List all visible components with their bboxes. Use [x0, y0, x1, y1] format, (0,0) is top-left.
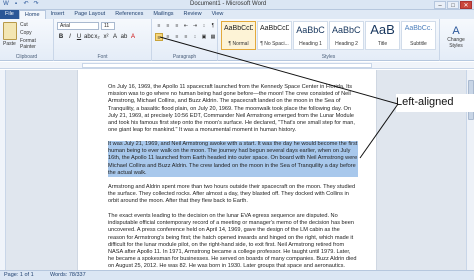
style-normal[interactable]: AaBbCcDc ¶ Normal	[221, 21, 256, 50]
ruler-track	[82, 63, 372, 68]
strikethrough-icon[interactable]: abc	[84, 33, 94, 41]
ribbon-tabs: File Home Insert Page Layout References …	[0, 10, 474, 19]
paragraph-3[interactable]: Armstrong and Aldrin spent more than two…	[108, 184, 358, 206]
font-color-icon[interactable]: A	[129, 33, 137, 41]
style-sample: AaB	[370, 22, 395, 37]
style-no-spacing[interactable]: AaBbCcDc ¶ No Spaci...	[257, 21, 292, 50]
style-sample: AaBbCc.	[404, 25, 433, 32]
style-label: ¶ No Spaci...	[260, 41, 289, 47]
style-label: Title	[377, 41, 388, 47]
tab-file[interactable]: File	[0, 10, 19, 19]
paragraph-2-selected[interactable]: It was July 21, 1969, and Neil Armstrong…	[108, 141, 358, 178]
font-name-dropdown[interactable]: Arial	[57, 22, 99, 30]
text-effects-icon[interactable]: A	[111, 33, 119, 41]
word-logo-icon[interactable]: W	[2, 1, 10, 8]
style-label: ¶ Normal	[228, 41, 249, 47]
justify-icon[interactable]: ≡	[182, 33, 190, 41]
cut-button[interactable]: Cut	[20, 22, 28, 28]
bold-icon[interactable]: B	[57, 33, 65, 41]
tab-review[interactable]: Review	[179, 10, 207, 19]
word-count[interactable]: Words: 78/337	[50, 272, 86, 278]
italic-icon[interactable]: I	[66, 33, 74, 41]
style-label: Heading 2	[335, 41, 358, 47]
paste-icon[interactable]	[3, 22, 17, 40]
callout-box: Left-aligned	[396, 94, 474, 112]
paragraph-buttons-row1: ≡ ≡ ≡ ⇤ ⇥ ↕ ¶	[155, 22, 217, 30]
styles-gallery: AaBbCcDc ¶ Normal AaBbCcDc ¶ No Spaci...…	[221, 21, 436, 50]
styles-group-label: Styles	[321, 54, 336, 60]
font-size-dropdown[interactable]: 11	[101, 22, 115, 30]
save-icon[interactable]: ▪	[12, 1, 20, 8]
callout-label: Left-aligned	[396, 96, 454, 108]
subscript-icon[interactable]: x₂	[93, 33, 101, 41]
decrease-indent-icon[interactable]: ⇤	[182, 22, 190, 30]
page-count[interactable]: Page: 1 of 1	[4, 272, 34, 278]
tab-home[interactable]: Home	[18, 10, 46, 19]
window-controls: – □ ✕	[434, 1, 472, 9]
bullets-icon[interactable]: ≡	[155, 22, 163, 30]
styles-group: AaBbCcDc ¶ Normal AaBbCcDc ¶ No Spaci...…	[218, 19, 440, 61]
align-right-icon[interactable]: ≡	[173, 33, 181, 41]
underline-icon[interactable]: U	[75, 33, 83, 41]
paragraph-group: ≡ ≡ ≡ ⇤ ⇥ ↕ ¶ ≡ ≡ ≡ ≡ ↕ ▣ ▦ Paragraph	[152, 19, 218, 61]
tab-view[interactable]: View	[207, 10, 229, 19]
multilevel-list-icon[interactable]: ≡	[173, 22, 181, 30]
line-spacing-icon[interactable]: ↕	[191, 33, 199, 41]
style-heading-2[interactable]: AaBbCc Heading 2	[329, 21, 364, 50]
change-styles-label: Change Styles	[447, 37, 465, 49]
change-styles-group: A Change Styles	[440, 19, 474, 61]
paragraph-4[interactable]: The exact events leading to the decision…	[108, 213, 358, 270]
clipboard-group-label: Clipboard	[15, 54, 38, 60]
status-bar: Page: 1 of 1 Words: 78/337	[0, 270, 474, 280]
window-title: Document1 - Microsoft Word	[190, 1, 267, 7]
font-group: Arial 11 B I U abc x₂ x² A ab A Font	[54, 19, 152, 61]
change-styles-button[interactable]: A Change Styles	[443, 25, 469, 49]
title-bar: W ▪ ↶ ↷ Document1 - Microsoft Word – □ ✕	[0, 0, 474, 10]
undo-icon[interactable]: ↶	[22, 1, 30, 8]
style-sample: AaBbCcDc	[260, 25, 289, 32]
style-sample: AaBbC	[296, 25, 325, 35]
borders-icon[interactable]: ▦	[209, 33, 217, 41]
sort-icon[interactable]: ↕	[200, 22, 208, 30]
style-heading-1[interactable]: AaBbC Heading 1	[293, 21, 328, 50]
tab-insert[interactable]: Insert	[46, 10, 70, 19]
close-button[interactable]: ✕	[460, 1, 472, 9]
style-sample: AaBbCcDc	[224, 25, 253, 32]
change-styles-icon: A	[452, 25, 460, 37]
minimize-button[interactable]: –	[434, 1, 446, 9]
redo-icon[interactable]: ↷	[32, 1, 40, 8]
format-painter-button[interactable]: Format Painter	[20, 38, 53, 50]
paste-button[interactable]: Paste	[3, 41, 16, 47]
style-label: Heading 1	[299, 41, 322, 47]
align-center-icon[interactable]: ≡	[164, 33, 172, 41]
style-sample: AaBbCc	[332, 25, 361, 35]
paragraph-buttons-row2: ≡ ≡ ≡ ≡ ↕ ▣ ▦	[155, 33, 217, 41]
font-group-label: Font	[97, 54, 108, 60]
paragraph-1[interactable]: On July 16, 1969, the Apollo 11 spacecra…	[108, 84, 358, 134]
style-title[interactable]: AaB Title	[365, 21, 400, 50]
horizontal-ruler[interactable]	[0, 62, 474, 69]
clipboard-group: Paste Cut Copy Format Painter Clipboard	[0, 19, 54, 61]
show-formatting-icon[interactable]: ¶	[209, 22, 217, 30]
align-left-icon[interactable]: ≡	[155, 33, 163, 41]
style-label: Subtitle	[410, 41, 427, 47]
style-subtitle[interactable]: AaBbCc. Subtitle	[401, 21, 436, 50]
tab-page-layout[interactable]: Page Layout	[69, 10, 110, 19]
tab-references[interactable]: References	[110, 10, 148, 19]
paragraph-group-label: Paragraph	[172, 54, 197, 60]
maximize-button[interactable]: □	[447, 1, 459, 9]
document-page[interactable]: On July 16, 1969, the Apollo 11 spacecra…	[77, 70, 377, 270]
superscript-icon[interactable]: x²	[102, 33, 110, 41]
copy-button[interactable]: Copy	[20, 30, 32, 36]
tab-mailings[interactable]: Mailings	[148, 10, 178, 19]
ribbon: Paste Cut Copy Format Painter Clipboard …	[0, 19, 474, 61]
font-format-buttons: B I U abc x₂ x² A ab A	[57, 33, 137, 41]
quick-access-toolbar: W ▪ ↶ ↷	[2, 1, 40, 8]
shading-icon[interactable]: ▣	[200, 33, 208, 41]
numbering-icon[interactable]: ≡	[164, 22, 172, 30]
increase-indent-icon[interactable]: ⇥	[191, 22, 199, 30]
vertical-ruler[interactable]	[0, 70, 6, 270]
highlight-icon[interactable]: ab	[120, 33, 128, 41]
